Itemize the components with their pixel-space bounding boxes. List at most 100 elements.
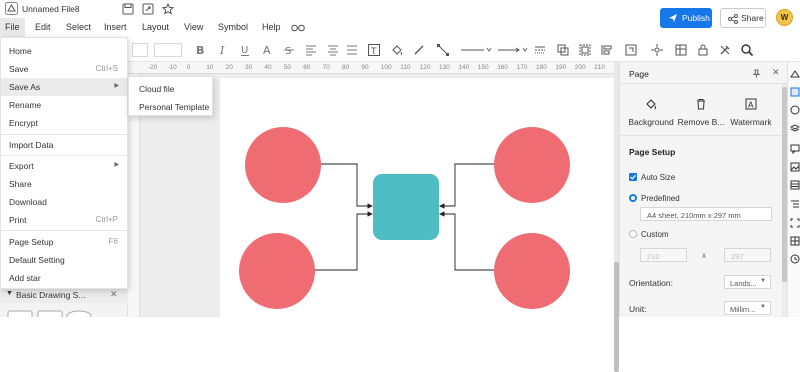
format-icon[interactable] bbox=[790, 69, 800, 79]
save-as-submenu: Cloud file Personal Template bbox=[128, 76, 213, 116]
circle-bottom-left[interactable] bbox=[239, 233, 315, 309]
ruler-tick: 190 bbox=[555, 64, 567, 71]
file-menu-download[interactable]: Download bbox=[1, 193, 127, 211]
ruler-tick: 140 bbox=[458, 64, 470, 71]
unit-select[interactable]: Millim... ▼ bbox=[724, 301, 771, 315]
auto-size-label: Auto Size bbox=[641, 173, 676, 182]
watermark-label: Watermark bbox=[730, 117, 772, 127]
fit-icon[interactable] bbox=[790, 218, 800, 228]
panel-header: Page ✕ bbox=[620, 62, 788, 84]
image-icon[interactable] bbox=[790, 162, 800, 172]
history-icon[interactable] bbox=[790, 254, 800, 264]
background-button[interactable]: Background bbox=[623, 98, 679, 127]
custom-label: Custom bbox=[641, 230, 669, 239]
orientation-label: Orientation: bbox=[629, 278, 673, 288]
file-menu-label: Import Data bbox=[9, 140, 54, 150]
ruler-tick: 10 bbox=[206, 64, 214, 71]
ruler-tick: 120 bbox=[419, 64, 431, 71]
ruler-tick: 110 bbox=[400, 64, 411, 71]
ruler-tick: 200 bbox=[574, 64, 586, 71]
orientation-value: Lands... bbox=[730, 279, 757, 288]
shortcut-label: F6 bbox=[108, 237, 118, 246]
file-menu-label: Default Setting bbox=[9, 255, 65, 265]
unit-label: Unit: bbox=[629, 304, 647, 314]
submenu-arrow-icon: ▶ bbox=[114, 83, 119, 89]
file-menu-print[interactable]: Print Ctrl+P bbox=[1, 211, 127, 229]
circle-top-right[interactable] bbox=[494, 127, 570, 203]
circle-bottom-right[interactable] bbox=[494, 233, 570, 309]
file-menu-label: Save bbox=[9, 64, 29, 74]
menu-divider bbox=[1, 155, 127, 156]
page-icon[interactable] bbox=[790, 87, 800, 97]
ruler-tick: 60 bbox=[303, 64, 311, 71]
ruler-tick: 90 bbox=[361, 64, 369, 71]
file-menu-label: Download bbox=[9, 197, 47, 207]
connector-top-right[interactable] bbox=[439, 163, 494, 209]
file-menu-encrypt[interactable]: Encrypt bbox=[1, 114, 127, 132]
custom-radio[interactable] bbox=[629, 230, 637, 238]
submenu-cloud-file[interactable]: Cloud file bbox=[139, 84, 174, 94]
predefined-radio[interactable] bbox=[629, 194, 637, 202]
rounded-square-center[interactable] bbox=[373, 174, 439, 240]
ruler-tick: 30 bbox=[245, 64, 253, 71]
file-menu-save-as[interactable]: Save As ▶ bbox=[1, 78, 127, 96]
ruler-tick: 210 bbox=[594, 64, 606, 71]
ruler-tick: 150 bbox=[477, 64, 489, 71]
file-menu-rename[interactable]: Rename bbox=[1, 96, 127, 114]
ruler-tick: -20 bbox=[148, 64, 158, 71]
outline-icon[interactable] bbox=[790, 199, 800, 209]
ruler-tick: 170 bbox=[516, 64, 528, 71]
connector-bottom-right[interactable] bbox=[439, 211, 494, 271]
custom-width-input[interactable]: 210 bbox=[640, 248, 687, 262]
file-menu-label: Encrypt bbox=[9, 118, 38, 128]
file-menu-label: Rename bbox=[9, 100, 42, 110]
data-icon[interactable] bbox=[790, 180, 800, 190]
custom-height-input[interactable]: 297 bbox=[724, 248, 771, 262]
orientation-select[interactable]: Lands... ▼ bbox=[724, 275, 771, 289]
ruler-tick: 80 bbox=[342, 64, 350, 71]
grid-icon[interactable] bbox=[790, 236, 800, 246]
file-menu-page-setup[interactable]: Page Setup F6 bbox=[1, 233, 127, 251]
watermark-button[interactable]: A Watermark bbox=[723, 98, 779, 127]
file-menu-home[interactable]: Home bbox=[1, 42, 127, 60]
file-menu-label: Home bbox=[9, 46, 32, 56]
auto-size-checkbox[interactable] bbox=[629, 173, 637, 181]
predefined-size-select[interactable]: A4 sheet, 210mm x 297 mm bbox=[640, 207, 772, 221]
check-icon bbox=[630, 174, 636, 180]
shortcut-label: Ctrl+P bbox=[95, 215, 118, 224]
predefined-label: Predefined bbox=[641, 194, 680, 203]
file-menu-export[interactable]: Export ▶ bbox=[1, 157, 127, 175]
dimension-separator: x bbox=[702, 251, 706, 260]
page-properties-panel: Page ✕ Background Remove B... A Watermar… bbox=[619, 62, 788, 317]
ruler-tick: 50 bbox=[283, 64, 292, 71]
comment-icon[interactable] bbox=[790, 144, 800, 154]
submenu-arrow-icon: ▶ bbox=[114, 162, 119, 168]
trash-icon bbox=[697, 99, 705, 110]
connector-top-left[interactable] bbox=[320, 163, 373, 209]
close-icon[interactable]: ✕ bbox=[772, 67, 780, 78]
file-menu-default-setting[interactable]: Default Setting bbox=[1, 251, 127, 269]
file-menu-add-star[interactable]: Add star bbox=[1, 269, 127, 287]
file-menu-label: Export bbox=[9, 161, 34, 171]
file-menu-save[interactable]: Save Ctrl+S bbox=[1, 60, 127, 78]
panel-divider bbox=[620, 135, 782, 136]
chevron-down-icon: ▼ bbox=[760, 304, 766, 310]
submenu-personal-template[interactable]: Personal Template bbox=[139, 102, 209, 112]
ruler-tick: -10 bbox=[167, 64, 177, 71]
menu-divider bbox=[1, 230, 127, 231]
file-menu-import-data[interactable]: Import Data bbox=[1, 136, 127, 154]
pin-icon[interactable] bbox=[752, 69, 761, 78]
circle-top-left[interactable] bbox=[245, 127, 321, 203]
file-menu-label: Add star bbox=[9, 273, 41, 283]
right-icon-sidebar bbox=[787, 62, 800, 317]
layers-icon[interactable] bbox=[790, 123, 800, 133]
connector-bottom-left[interactable] bbox=[314, 211, 373, 271]
theme-icon[interactable] bbox=[790, 105, 800, 115]
ruler-tick: 20 bbox=[225, 64, 233, 71]
ruler-tick: 160 bbox=[497, 64, 509, 71]
file-menu: Home Save Ctrl+S Save As ▶ Rename Encrypt … bbox=[0, 37, 128, 289]
remove-background-button[interactable]: Remove B... bbox=[673, 98, 729, 127]
file-menu-share[interactable]: Share bbox=[1, 175, 127, 193]
ruler-tick: 40 bbox=[264, 64, 272, 71]
ruler-tick: 130 bbox=[439, 64, 450, 71]
